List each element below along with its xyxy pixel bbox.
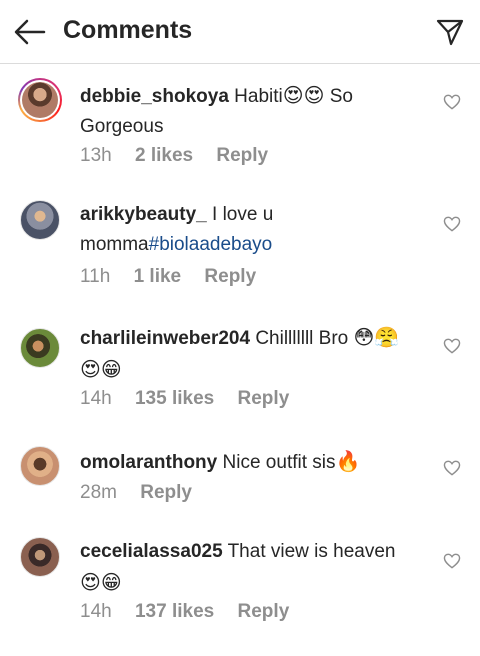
comment-username[interactable]: arikkybeauty_ [80,204,207,225]
comment-text: charlileinweber204 Chilllllll Bro 😳😤😍😁 [80,325,400,381]
hashtag-link[interactable]: #biolaadebayo [149,234,273,255]
comment-time: 14h [80,388,112,409]
paper-plane-icon[interactable] [436,18,464,46]
comment-username[interactable]: cecelialassa025 [80,541,223,562]
arrow-left-icon[interactable] [14,18,46,46]
avatar[interactable] [20,537,60,577]
comment-meta: 14h 135 likes Reply [80,388,307,410]
fire-emoji: 🔥 [335,449,361,473]
likes-count[interactable]: 137 likes [135,601,214,622]
comment-meta: 11h 1 like Reply [80,266,274,288]
reply-button[interactable]: Reply [140,482,192,503]
reply-button[interactable]: Reply [204,266,256,287]
comment-text: omolaranthony Nice outfit sis🔥 [80,449,361,473]
avatar[interactable] [20,328,60,368]
heart-outline-icon[interactable] [443,94,461,110]
comment-username[interactable]: charlileinweber204 [80,328,250,349]
heart-outline-icon[interactable] [443,553,461,569]
comment-username[interactable]: omolaranthony [80,452,217,473]
heart-outline-icon[interactable] [443,216,461,232]
emoji-group: 😍😁 [80,570,122,594]
comment-time: 13h [80,145,112,166]
page-title: Comments [63,16,193,44]
comment-text: debbie_shokoya Habiti😍😍 So Gorgeous [80,83,353,137]
header: Comments [0,0,480,64]
heart-eyes-emoji: 😍😍 [282,83,325,107]
avatar[interactable] [18,78,62,122]
comment-time: 28m [80,482,117,503]
likes-count[interactable]: 2 likes [135,145,193,166]
comment-text: arikkybeauty_ I love u momma#biolaadebay… [80,204,274,255]
reply-button[interactable]: Reply [238,601,290,622]
reply-button[interactable]: Reply [216,145,268,166]
comment-username[interactable]: debbie_shokoya [80,86,229,107]
comment-meta: 28m Reply [80,482,210,504]
heart-outline-icon[interactable] [443,338,461,354]
avatar[interactable] [20,446,60,486]
likes-count[interactable]: 1 like [134,266,182,287]
comment-meta: 14h 137 likes Reply [80,601,307,623]
comment-time: 14h [80,601,112,622]
reply-button[interactable]: Reply [238,388,290,409]
heart-outline-icon[interactable] [443,460,461,476]
likes-count[interactable]: 135 likes [135,388,214,409]
avatar[interactable] [20,200,60,240]
comment-text: cecelialassa025 That view is heaven😍😁 [80,541,396,594]
comment-meta: 13h 2 likes Reply [80,145,286,167]
comment-time: 11h [80,266,111,287]
